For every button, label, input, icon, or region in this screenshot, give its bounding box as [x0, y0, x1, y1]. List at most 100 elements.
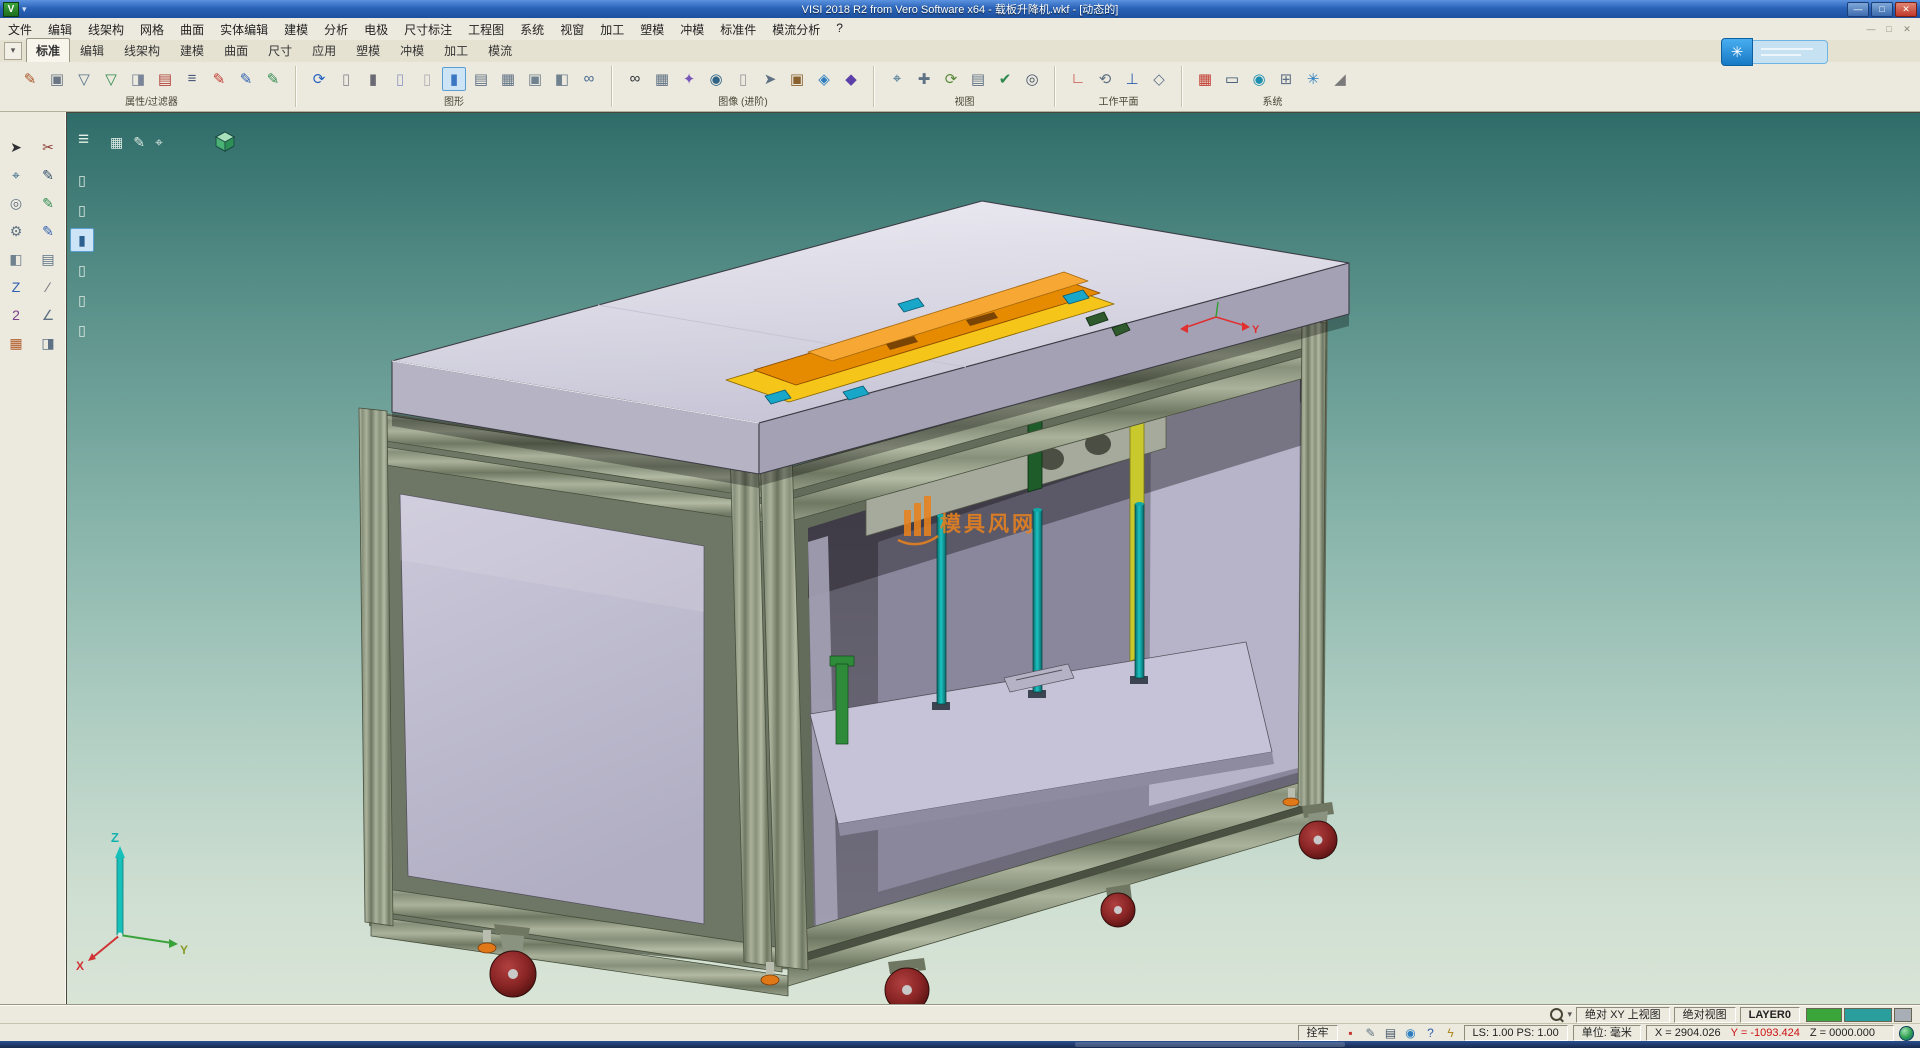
pencil-blue-icon[interactable]: ✎ — [37, 220, 59, 242]
tab-dropdown-icon[interactable]: ▾ — [4, 42, 22, 60]
view-preset-icon[interactable]: ▯ — [70, 318, 94, 342]
grid-display-icon[interactable]: ▦ — [650, 67, 674, 91]
view-preset-icon[interactable]: ▯ — [70, 258, 94, 282]
dynamic-shade-icon[interactable]: ▮ — [442, 67, 466, 91]
view-mode-cell[interactable]: 绝对视图 — [1674, 1007, 1736, 1023]
status-sphere-icon[interactable] — [1899, 1026, 1914, 1041]
pen-blue-icon[interactable]: ✎ — [234, 67, 258, 91]
tab-建模[interactable]: 建模 — [170, 38, 214, 62]
view-preset-icon[interactable]: ▮ — [70, 228, 94, 252]
palette-tool-icon[interactable]: ▦ — [5, 332, 27, 354]
minimize-button[interactable]: — — [1847, 2, 1869, 17]
material-drop-icon[interactable]: ◈ — [812, 67, 836, 91]
tab-曲面[interactable]: 曲面 — [214, 38, 258, 62]
workplane-free-icon[interactable]: ◇ — [1147, 67, 1171, 91]
ruler-tool-icon[interactable]: ∕ — [37, 276, 59, 298]
quick-nav-widget[interactable]: ✳ — [1721, 38, 1828, 66]
help-status-icon[interactable]: ? — [1423, 1025, 1439, 1041]
work-color-swatch[interactable] — [1806, 1008, 1842, 1022]
eye-visibility-icon[interactable]: ◉ — [704, 67, 728, 91]
cylinder-arrow-icon[interactable]: ➤ — [758, 67, 782, 91]
mdi-window-button[interactable]: ✕ — [1900, 24, 1914, 35]
zoom-view-icon[interactable]: ⌖ — [885, 67, 909, 91]
redraw-icon[interactable]: ⟳ — [307, 67, 331, 91]
viewport[interactable]: Y 模具风网 Z Y X — [66, 112, 1920, 1004]
layer-filter-icon[interactable]: ◨ — [126, 67, 150, 91]
viewport-menu-icon[interactable]: ≡ — [78, 130, 89, 150]
hidden-line-cylinder-icon[interactable]: ▯ — [388, 67, 412, 91]
pencil-green-icon[interactable]: ✎ — [37, 192, 59, 214]
link-graphics-icon[interactable]: ∞ — [577, 67, 601, 91]
workplane-axes-icon[interactable]: ∟ — [1066, 67, 1090, 91]
tab-线架构[interactable]: 线架构 — [114, 38, 170, 62]
globe-language-icon[interactable]: ◉ — [1247, 67, 1271, 91]
render-box-icon[interactable]: ▣ — [785, 67, 809, 91]
star-render-icon[interactable]: ✦ — [677, 67, 701, 91]
layer-color-swatch[interactable] — [1844, 1008, 1892, 1022]
view-cube-icon[interactable] — [301, 130, 323, 152]
maximize-button[interactable]: □ — [1871, 2, 1893, 17]
gear-tool-icon[interactable]: ⚙ — [5, 220, 27, 242]
tab-编辑[interactable]: 编辑 — [70, 38, 114, 62]
taskbar-buttons[interactable] — [1075, 1042, 1345, 1047]
menu-item[interactable]: 加工 — [592, 18, 632, 41]
filter-add-icon[interactable]: ▽ — [99, 67, 123, 91]
wireframe-cylinder-icon[interactable]: ▯ — [334, 67, 358, 91]
document-icon[interactable]: ▤ — [469, 67, 493, 91]
workplane-normal-icon[interactable]: ⊥ — [1120, 67, 1144, 91]
box-group-icon[interactable]: ◧ — [550, 67, 574, 91]
ghost-cylinder-icon[interactable]: ▯ — [415, 67, 439, 91]
menu-item[interactable]: 模流分析 — [764, 18, 828, 41]
box-document-icon[interactable]: ▣ — [523, 67, 547, 91]
z-depth-icon[interactable]: Z — [5, 276, 27, 298]
view-cube-icon[interactable] — [272, 130, 294, 152]
layers-tool-icon[interactable]: ◨ — [37, 332, 59, 354]
nav-hub-icon[interactable]: ✳ — [1721, 38, 1753, 66]
print-status-icon[interactable]: ▤ — [1383, 1025, 1399, 1041]
documents-icon[interactable]: ▦ — [496, 67, 520, 91]
extra-color-swatch[interactable] — [1894, 1008, 1912, 1022]
edit-attributes-icon[interactable]: ✎ — [18, 67, 42, 91]
glasses-view-icon[interactable]: ∞ — [623, 67, 647, 91]
grid-toggle-icon[interactable]: ▦ — [110, 134, 123, 151]
plane-sketch-icon[interactable]: ✎ — [133, 134, 145, 151]
menu-item[interactable]: ? — [828, 18, 851, 41]
power-status-icon[interactable]: ϟ — [1443, 1025, 1459, 1041]
annotate-icon[interactable]: ✎ — [1363, 1025, 1379, 1041]
lock-toggle[interactable]: 拴牢 — [1298, 1025, 1338, 1041]
tab-标准[interactable]: 标准 — [26, 38, 70, 62]
angle-tool-icon[interactable]: ∠ — [37, 304, 59, 326]
menu-item[interactable]: 视窗 — [552, 18, 592, 41]
camera-view-icon[interactable]: ◎ — [1020, 67, 1044, 91]
view-orientation-cell[interactable]: 绝对 XY 上视图 — [1576, 1007, 1670, 1023]
view-check-icon[interactable]: ✔ — [993, 67, 1017, 91]
snap-point-icon[interactable]: ⌖ — [5, 164, 27, 186]
shaded-cylinder-icon[interactable]: ▮ — [361, 67, 385, 91]
filter-icon[interactable]: ▽ — [72, 67, 96, 91]
sketch-pencil-icon[interactable]: ✎ — [37, 164, 59, 186]
snap-settings-icon[interactable]: ✳ — [1301, 67, 1325, 91]
active-layer-cell[interactable]: LAYER0 — [1740, 1007, 1800, 1023]
view-cube-icon[interactable] — [388, 130, 410, 152]
shield-protect-icon[interactable]: ◆ — [839, 67, 863, 91]
view-cube-icon[interactable] — [330, 130, 352, 152]
mdi-window-button[interactable]: — — [1864, 24, 1878, 35]
windows-taskbar[interactable] — [0, 1041, 1920, 1048]
3d-model-canvas[interactable]: Y 模具风网 Z Y X — [66, 112, 1920, 1004]
tab-塑模[interactable]: 塑模 — [346, 38, 390, 62]
tab-模流[interactable]: 模流 — [478, 38, 522, 62]
rotate-view-icon[interactable]: ⟳ — [939, 67, 963, 91]
view-list-icon[interactable]: ▤ — [966, 67, 990, 91]
monitor-settings-icon[interactable]: ▭ — [1220, 67, 1244, 91]
copy-attributes-icon[interactable]: ▣ — [45, 67, 69, 91]
select-icon[interactable]: ➤ — [5, 136, 27, 158]
color-palette-icon[interactable]: ▦ — [1193, 67, 1217, 91]
grid-settings-icon[interactable]: ⊞ — [1274, 67, 1298, 91]
measure-ruler-icon[interactable]: ◢ — [1328, 67, 1352, 91]
view-preset-icon[interactable]: ▯ — [70, 198, 94, 222]
tab-应用[interactable]: 应用 — [302, 38, 346, 62]
cylinder-light-icon[interactable]: ▯ — [731, 67, 755, 91]
pen-green-icon[interactable]: ✎ — [261, 67, 285, 91]
menu-item[interactable]: 冲模 — [672, 18, 712, 41]
menu-item[interactable]: 塑模 — [632, 18, 672, 41]
